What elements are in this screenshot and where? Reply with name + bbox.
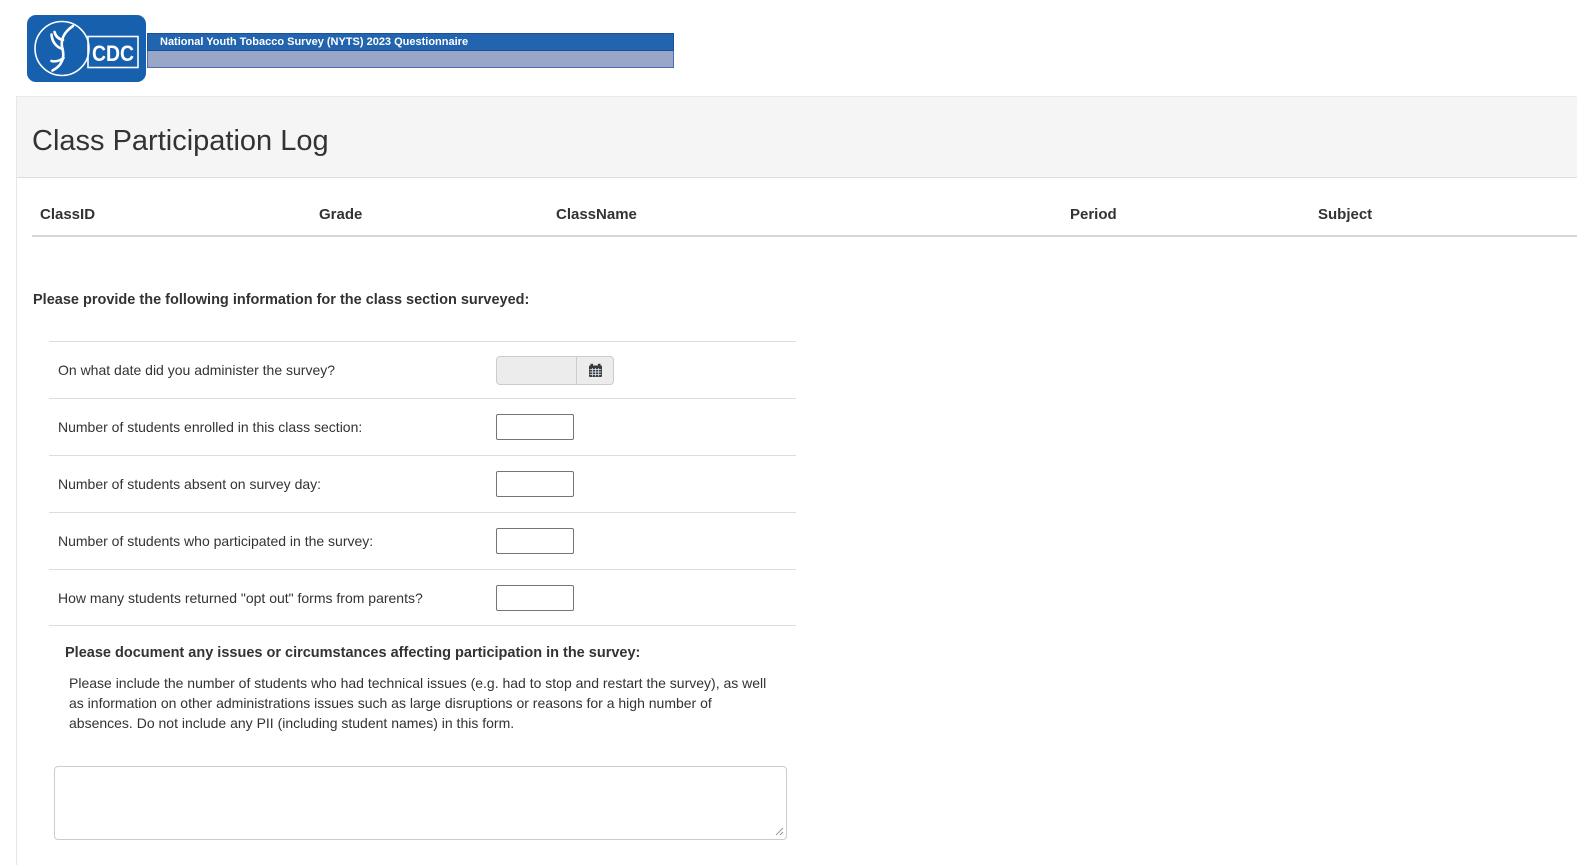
resize-handle-icon[interactable]: [775, 827, 784, 836]
panel-heading: Class Participation Log: [17, 97, 1577, 178]
question-label: Number of students absent on survey day:: [58, 476, 322, 492]
survey-date-input[interactable]: [497, 356, 576, 384]
class-participation-panel: Class Participation Log ClassID Grade Cl…: [16, 96, 1577, 865]
column-header-classname: ClassName: [556, 206, 637, 223]
class-table-header: ClassID Grade ClassName Period Subject: [32, 178, 1577, 237]
form-intro: Please provide the following information…: [33, 292, 530, 308]
opt-out-forms-input[interactable]: [496, 584, 574, 611]
question-label: Number of students enrolled in this clas…: [58, 419, 363, 435]
question-label: On what date did you administer the surv…: [58, 362, 336, 378]
survey-banner: National Youth Tobacco Survey (NYTS) 202…: [147, 33, 674, 68]
question-label: How many students returned "opt out" for…: [58, 589, 423, 606]
cdc-logo: CDC: [27, 15, 146, 82]
issues-heading: Please document any issues or circumstan…: [65, 645, 641, 661]
calendar-icon: [588, 363, 602, 377]
banner-title: National Youth Tobacco Survey (NYTS) 202…: [147, 33, 674, 51]
form-row: How many students returned "opt out" for…: [49, 569, 796, 626]
students-absent-input[interactable]: [496, 471, 574, 497]
form-row: Number of students enrolled in this clas…: [49, 398, 796, 455]
issues-textarea[interactable]: [54, 766, 787, 840]
column-header-subject: Subject: [1318, 206, 1373, 223]
form-row: Number of students absent on survey day:: [49, 455, 796, 512]
hhs-eagle-seal-icon: CDC: [34, 20, 139, 77]
calendar-button[interactable]: [576, 356, 613, 384]
column-header-grade: Grade: [319, 206, 363, 223]
issues-textarea-wrap: [54, 766, 787, 840]
form-row: Number of students who participated in t…: [49, 512, 796, 569]
question-label: Number of students who participated in t…: [58, 533, 374, 549]
students-enrolled-input[interactable]: [496, 414, 574, 440]
question-rows: On what date did you administer the surv…: [49, 341, 796, 626]
banner-subbar: [147, 51, 674, 68]
issues-instructions: Please include the number of students wh…: [69, 675, 767, 731]
page-title: Class Participation Log: [32, 125, 329, 157]
survey-date-group: [496, 355, 614, 385]
cdc-logo-label: CDC: [92, 41, 134, 66]
column-header-period: Period: [1070, 206, 1117, 223]
form-row: On what date did you administer the surv…: [49, 341, 796, 398]
column-header-classid: ClassID: [40, 206, 96, 223]
students-participated-input[interactable]: [496, 528, 574, 554]
